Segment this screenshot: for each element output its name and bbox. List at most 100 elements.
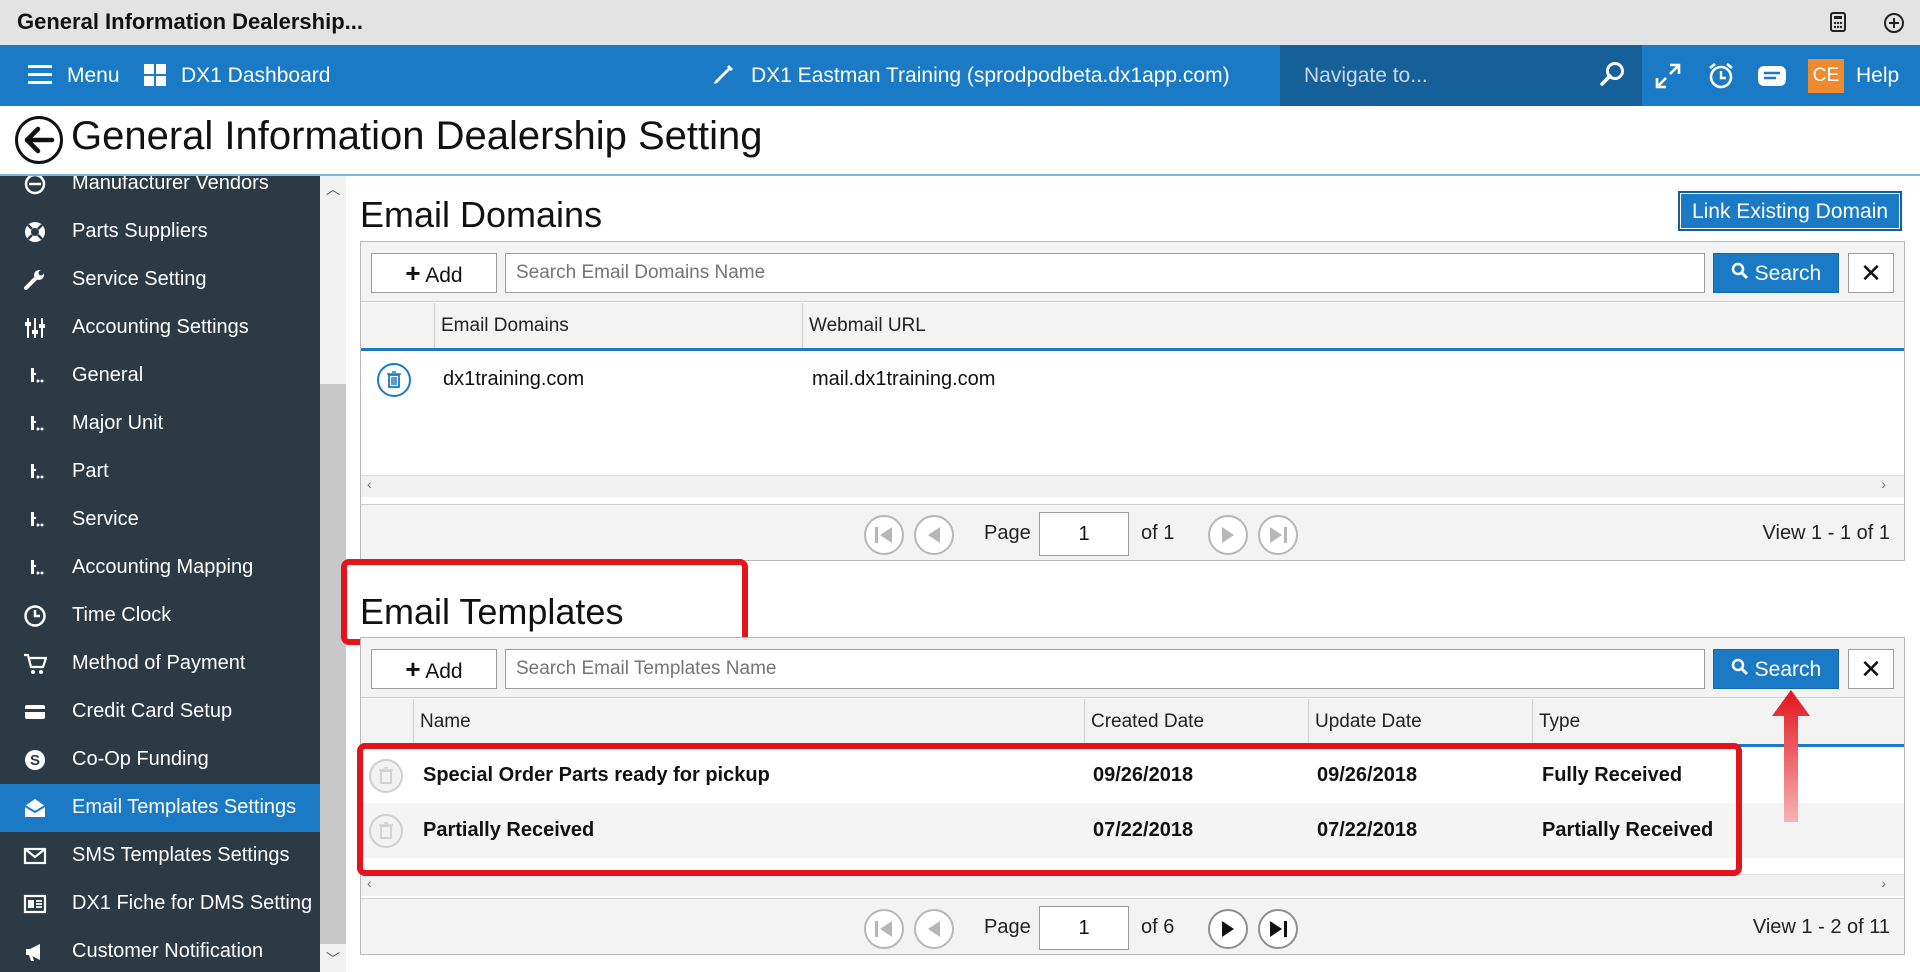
page-number-input[interactable]: 1 [1039,906,1129,950]
fullscreen-icon[interactable] [1654,62,1682,90]
sidebar-item-label: Co-Op Funding [72,748,209,770]
dashboard-grid-icon[interactable] [144,64,166,86]
sidebar-item-time-clock[interactable]: Time Clock [0,592,320,640]
sidebar-item-major-unit[interactable]: Major Unit [0,400,320,448]
next-page-icon[interactable] [1208,515,1248,555]
search-label: Search [1754,658,1822,681]
sidebar-item-sms-templates-settings[interactable]: SMS Templates Settings [0,832,320,880]
email-templates-search-input[interactable] [505,649,1705,689]
highlight-box-rows [357,743,1742,876]
dollar-icon: S [22,748,48,774]
column-update-date[interactable]: Update Date [1308,699,1532,744]
search-icon[interactable] [1600,61,1626,87]
add-template-button[interactable]: + Add [371,649,497,689]
credit-card-icon [22,700,48,726]
link-existing-domain-button[interactable]: Link Existing Domain [1678,191,1902,231]
sidebar-item-label: Credit Card Setup [72,700,233,722]
search-label: Search [1754,262,1822,285]
trash-icon[interactable] [377,363,411,397]
column-name[interactable]: Name [413,699,970,744]
chat-icon[interactable] [1756,63,1788,91]
help-link[interactable]: Help [1856,45,1899,106]
horizontal-scrollbar[interactable]: ‹ › [361,475,1904,497]
next-page-icon[interactable] [1208,909,1248,949]
sidebar-item-dx1-fiche[interactable]: DX1 Fiche for DMS Setting [0,880,320,928]
webmail-cell: mail.dx1training.com [812,368,996,390]
add-domain-button[interactable]: + Add [371,253,497,293]
sidebar-item-label: Part [72,460,109,482]
sidebar-item-label: Major Unit [72,412,164,434]
column-webmail-url[interactable]: Webmail URL [802,303,1902,348]
settings-sidebar: Manufacturer Vendors Parts Suppliers Ser… [0,176,320,972]
sidebar-item-service[interactable]: Service [0,496,320,544]
sidebar-item-parts-suppliers[interactable]: Parts Suppliers [0,208,320,256]
calculator-icon[interactable] [1827,12,1849,34]
page-title: General Information Dealership Setting [71,114,763,158]
dashboard-link[interactable]: DX1 Dashboard [181,45,330,106]
window-title: General Information Dealership... [17,9,363,34]
sidebar-item-email-templates-settings[interactable]: Email Templates Settings [0,784,320,832]
svg-text:S: S [30,752,40,769]
environment-label: DX1 Eastman Training (sprodpodbeta.dx1ap… [751,64,1230,87]
sidebar-item-label: Service [72,508,139,530]
search-icon [1731,658,1755,681]
sidebar-item-customer-notification[interactable]: Customer Notification [0,928,320,972]
clock-icon [22,604,48,630]
table-row[interactable]: dx1training.com mail.dx1training.com [361,352,1904,407]
sidebar-item-credit-card-setup[interactable]: Credit Card Setup [0,688,320,736]
last-page-icon[interactable] [1258,515,1298,555]
last-page-icon[interactable] [1258,909,1298,949]
user-avatar[interactable]: CE [1808,59,1844,93]
horizontal-scrollbar[interactable]: ‹ › [361,874,1904,896]
fiche-icon [22,892,48,918]
sidebar-item-accounting-settings[interactable]: Accounting Settings [0,304,320,352]
email-templates-clear-button[interactable]: ✕ [1848,649,1894,689]
back-arrow-icon[interactable] [15,116,63,164]
email-domains-search-button[interactable]: Search [1713,253,1839,293]
sidebar-item-service-setting[interactable]: Service Setting [0,256,320,304]
scrollbar-thumb[interactable] [320,384,346,944]
chevron-left-icon[interactable]: ‹ [367,476,372,492]
sidebar-item-co-op-funding[interactable]: S Co-Op Funding [0,736,320,784]
page-number-input[interactable]: 1 [1039,512,1129,556]
plus-icon: + [405,654,421,684]
sidebar-item-part[interactable]: Part [0,448,320,496]
email-open-icon [22,796,48,822]
pencil-icon[interactable] [711,63,735,87]
chevron-right-icon[interactable]: › [1881,875,1886,891]
sidebar-item-manufacturer-vendors[interactable]: Manufacturer Vendors [0,176,320,208]
column-email-domains[interactable]: Email Domains [434,303,802,348]
email-domains-search-input[interactable] [505,253,1705,293]
first-page-icon[interactable] [864,515,904,555]
hamburger-icon[interactable] [28,65,52,85]
previous-page-icon[interactable] [914,909,954,949]
sidebar-item-accounting-mapping[interactable]: Accounting Mapping [0,544,320,592]
domain-cell: dx1training.com [443,368,585,390]
column-type[interactable]: Type [1532,699,1902,744]
menu-button[interactable]: Menu [67,45,120,106]
sidebar-item-label: Time Clock [72,604,172,626]
add-circle-icon[interactable] [1883,12,1905,34]
top-navigation-bar: Menu DX1 Dashboard DX1 Eastman Training … [0,45,1920,106]
add-label: Add [425,264,463,287]
chevron-left-icon[interactable]: ‹ [367,875,372,891]
vendor-icon [22,176,48,198]
sidebar-item-general[interactable]: General [0,352,320,400]
sub-item-icon [22,556,48,582]
column-created-date[interactable]: Created Date [1084,699,1308,744]
chevron-down-icon[interactable]: ﹀ [320,946,346,972]
first-page-icon[interactable] [864,909,904,949]
email-domains-clear-button[interactable]: ✕ [1848,253,1894,293]
sidebar-item-method-of-payment[interactable]: Method of Payment [0,640,320,688]
chevron-up-icon[interactable]: ︿ [320,176,346,202]
navigate-search-input[interactable]: Navigate to... [1304,45,1428,106]
navigate-search-box[interactable]: Navigate to... [1280,45,1642,106]
email-domains-toolbar: + Add Search ✕ [361,242,1904,302]
sidebar-item-label: Email Templates Settings [72,796,297,818]
chevron-right-icon[interactable]: › [1881,476,1886,492]
previous-page-icon[interactable] [914,515,954,555]
sidebar-item-label: Accounting Mapping [72,556,254,578]
sidebar-item-label: Customer Notification [72,940,264,962]
alarm-clock-icon[interactable] [1706,61,1736,91]
email-templates-search-button[interactable]: Search [1713,649,1839,689]
